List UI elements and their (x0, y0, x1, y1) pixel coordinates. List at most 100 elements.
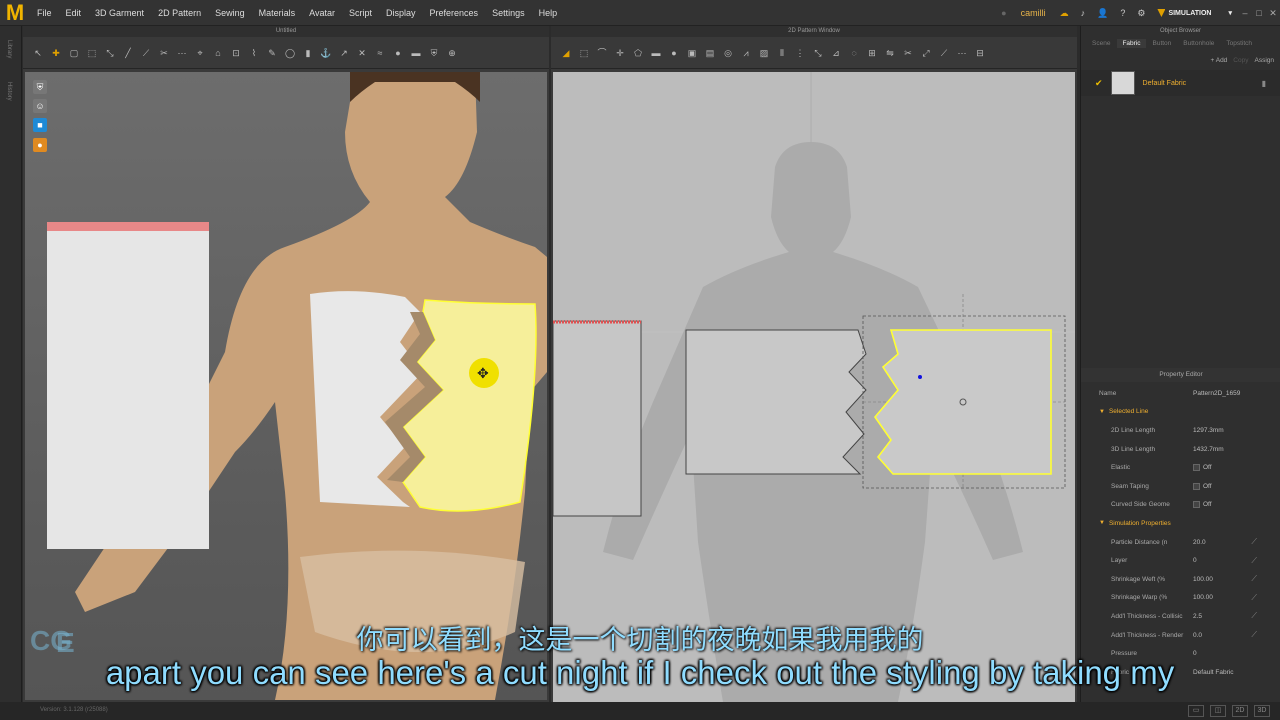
menu-script[interactable]: Script (342, 8, 379, 18)
delete-icon[interactable]: ▮ (1262, 79, 1266, 88)
menu-preferences[interactable]: Preferences (423, 8, 486, 18)
checkbox[interactable] (1193, 482, 1200, 490)
property-value[interactable]: 0 (1193, 557, 1197, 564)
link-icon[interactable]: ⟋ (1251, 574, 1257, 584)
segment-sewing-icon[interactable]: ⋮ (793, 47, 807, 59)
account-icon[interactable]: 👤 (1091, 8, 1114, 19)
internal-polygon-icon[interactable]: ▣ (685, 47, 699, 59)
2d-canvas[interactable] (553, 72, 1075, 702)
pin-tool-icon[interactable]: ✂ (157, 47, 171, 59)
tacking-icon[interactable]: ⌖ (193, 47, 207, 59)
wave-tool-icon[interactable]: ≈ (373, 47, 387, 59)
circle-icon[interactable]: ● (667, 47, 681, 59)
menu-sewing[interactable]: Sewing (208, 8, 252, 18)
brush-icon[interactable]: ✎ (265, 47, 279, 59)
property-value[interactable]: 100.00 (1193, 594, 1213, 601)
property-value[interactable]: 20.0 (1193, 539, 1206, 546)
menu-avatar[interactable]: Avatar (302, 8, 342, 18)
mode-selector[interactable]: SIMULATION ▾ (1151, 9, 1238, 17)
help-icon[interactable]: ? (1114, 8, 1131, 18)
assign-fabric-button[interactable]: Assign (1254, 57, 1274, 64)
dart-icon[interactable]: ⩘ (739, 47, 753, 59)
move-tool-icon[interactable]: ✚ (49, 47, 63, 59)
rectangle-icon[interactable]: ▬ (649, 47, 663, 59)
username[interactable]: camilli (1013, 8, 1054, 18)
tab-topstitch[interactable]: Topstitch (1221, 39, 1257, 48)
notch-icon[interactable]: ⊿ (829, 47, 843, 59)
menu-materials[interactable]: Materials (252, 8, 303, 18)
arrange-icon[interactable]: ⋯ (175, 47, 189, 59)
fabric-list-item[interactable]: ✔ Default Fabric ▮ (1081, 70, 1280, 96)
transform-icon[interactable]: ⬚ (85, 47, 99, 59)
checkbox[interactable] (1193, 464, 1200, 472)
gear-icon[interactable]: ⚙ (1131, 8, 1151, 19)
link-icon[interactable]: ⟋ (1251, 537, 1257, 547)
fold-tool-icon[interactable]: ⟋ (139, 47, 153, 59)
minimize-icon[interactable]: – (1238, 8, 1252, 18)
ruler-2d-icon[interactable]: ⊟ (973, 47, 987, 59)
anchor-icon[interactable]: ⚓ (319, 47, 333, 59)
copy-fabric-button[interactable]: Copy (1233, 57, 1248, 64)
zipper-tool-icon[interactable]: ▬ (409, 47, 423, 59)
fold-2d-icon[interactable]: ⟋ (937, 47, 951, 59)
add-point-icon[interactable]: ✛ (613, 47, 627, 59)
cut-icon[interactable]: ✂ (901, 47, 915, 59)
select-tool-icon[interactable]: ↖ (31, 47, 45, 59)
cloud-icon[interactable]: ☁ (1054, 8, 1075, 19)
tab-buttonhole[interactable]: Buttonhole (1178, 39, 1219, 48)
topstitch-icon[interactable]: ⋯ (955, 47, 969, 59)
property-value[interactable]: 100.00 (1193, 576, 1213, 583)
grade-icon[interactable]: ⊞ (865, 47, 879, 59)
menu-2d-pattern[interactable]: 2D Pattern (151, 8, 208, 18)
tab-fabric[interactable]: Fabric (1117, 39, 1146, 48)
menu-display[interactable]: Display (379, 8, 423, 18)
trace-icon[interactable]: ▨ (757, 47, 771, 59)
section-selected-line[interactable]: ▼ Selected Line (1081, 403, 1280, 422)
maximize-icon[interactable]: □ (1252, 8, 1266, 18)
symmetric-icon[interactable]: ⇋ (883, 47, 897, 59)
arrow-tool-icon[interactable]: ↗ (337, 47, 351, 59)
globe-icon[interactable]: ⊕ (445, 47, 459, 59)
trim-icon[interactable]: ⤢ (919, 47, 933, 59)
scale-icon[interactable]: ⤡ (103, 47, 117, 59)
elastic-toggle[interactable]: Off (1193, 464, 1212, 472)
property-value[interactable]: Pattern2D_1659 (1193, 390, 1240, 397)
library-tab[interactable]: Library (6, 40, 12, 58)
tab-scene[interactable]: Scene (1087, 39, 1115, 48)
close-icon[interactable]: ✕ (1266, 8, 1280, 19)
edit-curve-icon[interactable]: ⌒ (595, 47, 609, 59)
ruler-icon[interactable]: ▮ (301, 47, 315, 59)
free-sewing-icon[interactable]: ⤡ (811, 47, 825, 59)
3d-view-icon[interactable]: 3D (1254, 705, 1270, 717)
curved-side-toggle[interactable]: Off (1193, 501, 1212, 509)
lasso-icon[interactable]: ◯ (283, 47, 297, 59)
split-view-icon[interactable]: ◫ (1210, 705, 1226, 717)
single-view-icon[interactable]: ▭ (1188, 705, 1204, 717)
line-tool-icon[interactable]: ╱ (121, 47, 135, 59)
shirt-icon[interactable]: ⛨ (427, 47, 441, 59)
polygon-icon[interactable]: ⬠ (631, 47, 645, 59)
history-tab[interactable]: History (6, 82, 12, 101)
tab-button[interactable]: Button (1148, 39, 1177, 48)
box-select-icon[interactable]: ▢ (67, 47, 81, 59)
menu-settings[interactable]: Settings (485, 8, 532, 18)
cross-tool-icon[interactable]: ✕ (355, 47, 369, 59)
menu-help[interactable]: Help (532, 8, 565, 18)
sewing-icon[interactable]: ⦀ (775, 47, 789, 59)
speaker-icon[interactable]: ♪ (1075, 8, 1092, 18)
add-fabric-button[interactable]: + Add (1210, 57, 1227, 64)
checkbox[interactable] (1193, 501, 1200, 509)
button-tool-icon[interactable]: ● (391, 47, 405, 59)
internal-rect-icon[interactable]: ▤ (703, 47, 717, 59)
lasso-2d-icon[interactable]: ◌ (847, 47, 861, 59)
transform-pattern-icon[interactable]: ⬚ (577, 47, 591, 59)
seam-taping-toggle[interactable]: Off (1193, 482, 1212, 490)
garment-icon[interactable]: ⌂ (211, 47, 225, 59)
stitch-icon[interactable]: ⌇ (247, 47, 261, 59)
3d-viewport[interactable]: ⛨ ☺ ■ ● ✥ (25, 72, 547, 700)
menu-3d-garment[interactable]: 3D Garment (88, 8, 151, 18)
section-simulation-properties[interactable]: ▼ Simulation Properties (1081, 514, 1280, 533)
edit-pattern-icon[interactable]: ◢ (559, 47, 573, 59)
menu-edit[interactable]: Edit (59, 8, 89, 18)
internal-circle-icon[interactable]: ◎ (721, 47, 735, 59)
